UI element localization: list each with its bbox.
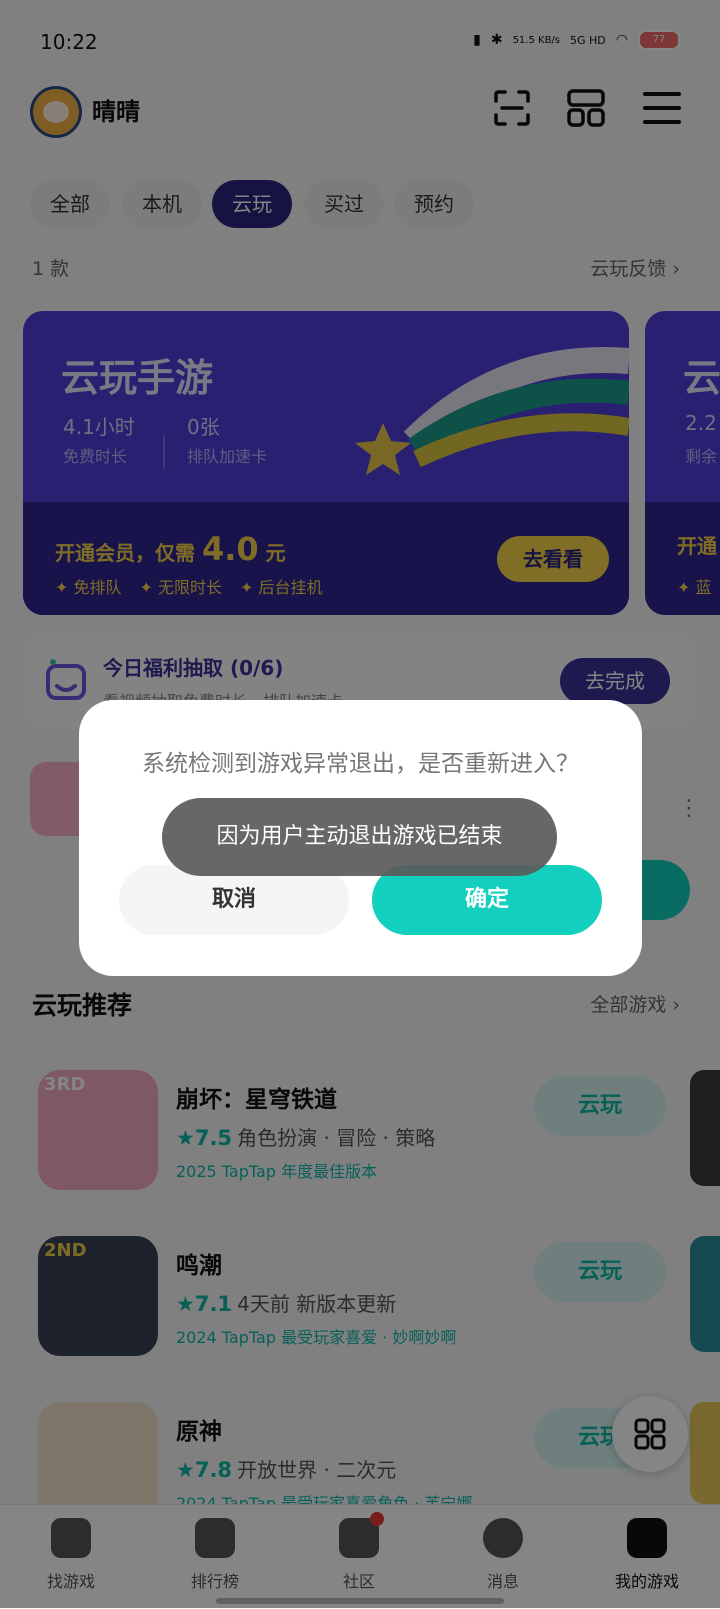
dialog-message: 系统检测到游戏异常退出，是否重新进入？ bbox=[142, 751, 579, 777]
toast-message: 因为用户主动退出游戏已结束 bbox=[162, 798, 557, 876]
